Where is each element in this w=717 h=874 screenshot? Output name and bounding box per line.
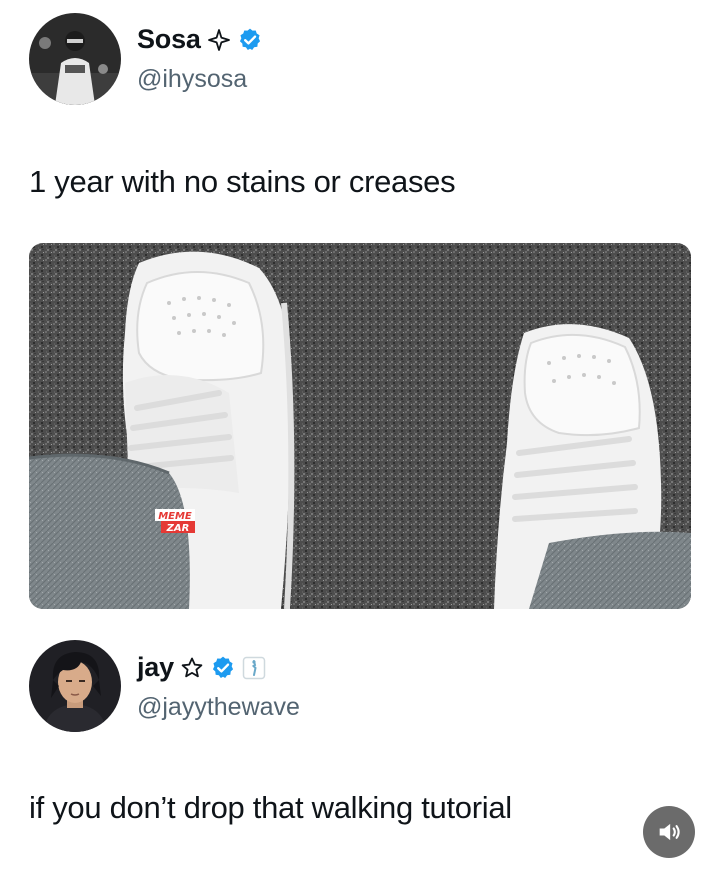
watermark-line-1: MEME — [158, 511, 192, 522]
verified-badge-icon — [237, 27, 263, 53]
tweet-text: 1 year with no stains or creases — [29, 164, 456, 199]
tweet-media-photo[interactable]: MEME ZAR — [29, 243, 691, 609]
jay-name-row: jay — [137, 652, 266, 683]
jay-avatar-image — [29, 640, 121, 732]
sosa-name-row: Sosa — [137, 24, 263, 55]
verified-badge-icon — [210, 655, 236, 681]
jay-display-name[interactable]: jay — [137, 652, 174, 683]
affiliate-badge-icon[interactable] — [242, 656, 266, 680]
sneakers-photo: MEME ZAR — [29, 243, 691, 609]
outline-star-icon — [180, 656, 204, 680]
sosa-handle[interactable]: @ihysosa — [137, 65, 247, 94]
sosa-avatar[interactable] — [29, 13, 121, 105]
sound-toggle-button[interactable] — [643, 806, 695, 858]
speaker-icon — [655, 818, 683, 846]
reply-text: if you don’t drop that walking tutorial — [29, 790, 512, 825]
sosa-avatar-image — [29, 13, 121, 105]
jay-avatar[interactable] — [29, 640, 121, 732]
sosa-display-name[interactable]: Sosa — [137, 24, 201, 55]
memezar-watermark: MEME ZAR — [155, 509, 195, 534]
right-jeans — [529, 531, 691, 609]
jay-handle[interactable]: @jayythewave — [137, 693, 300, 722]
four-point-star-icon — [207, 28, 231, 52]
watermark-line-2: ZAR — [166, 523, 190, 534]
